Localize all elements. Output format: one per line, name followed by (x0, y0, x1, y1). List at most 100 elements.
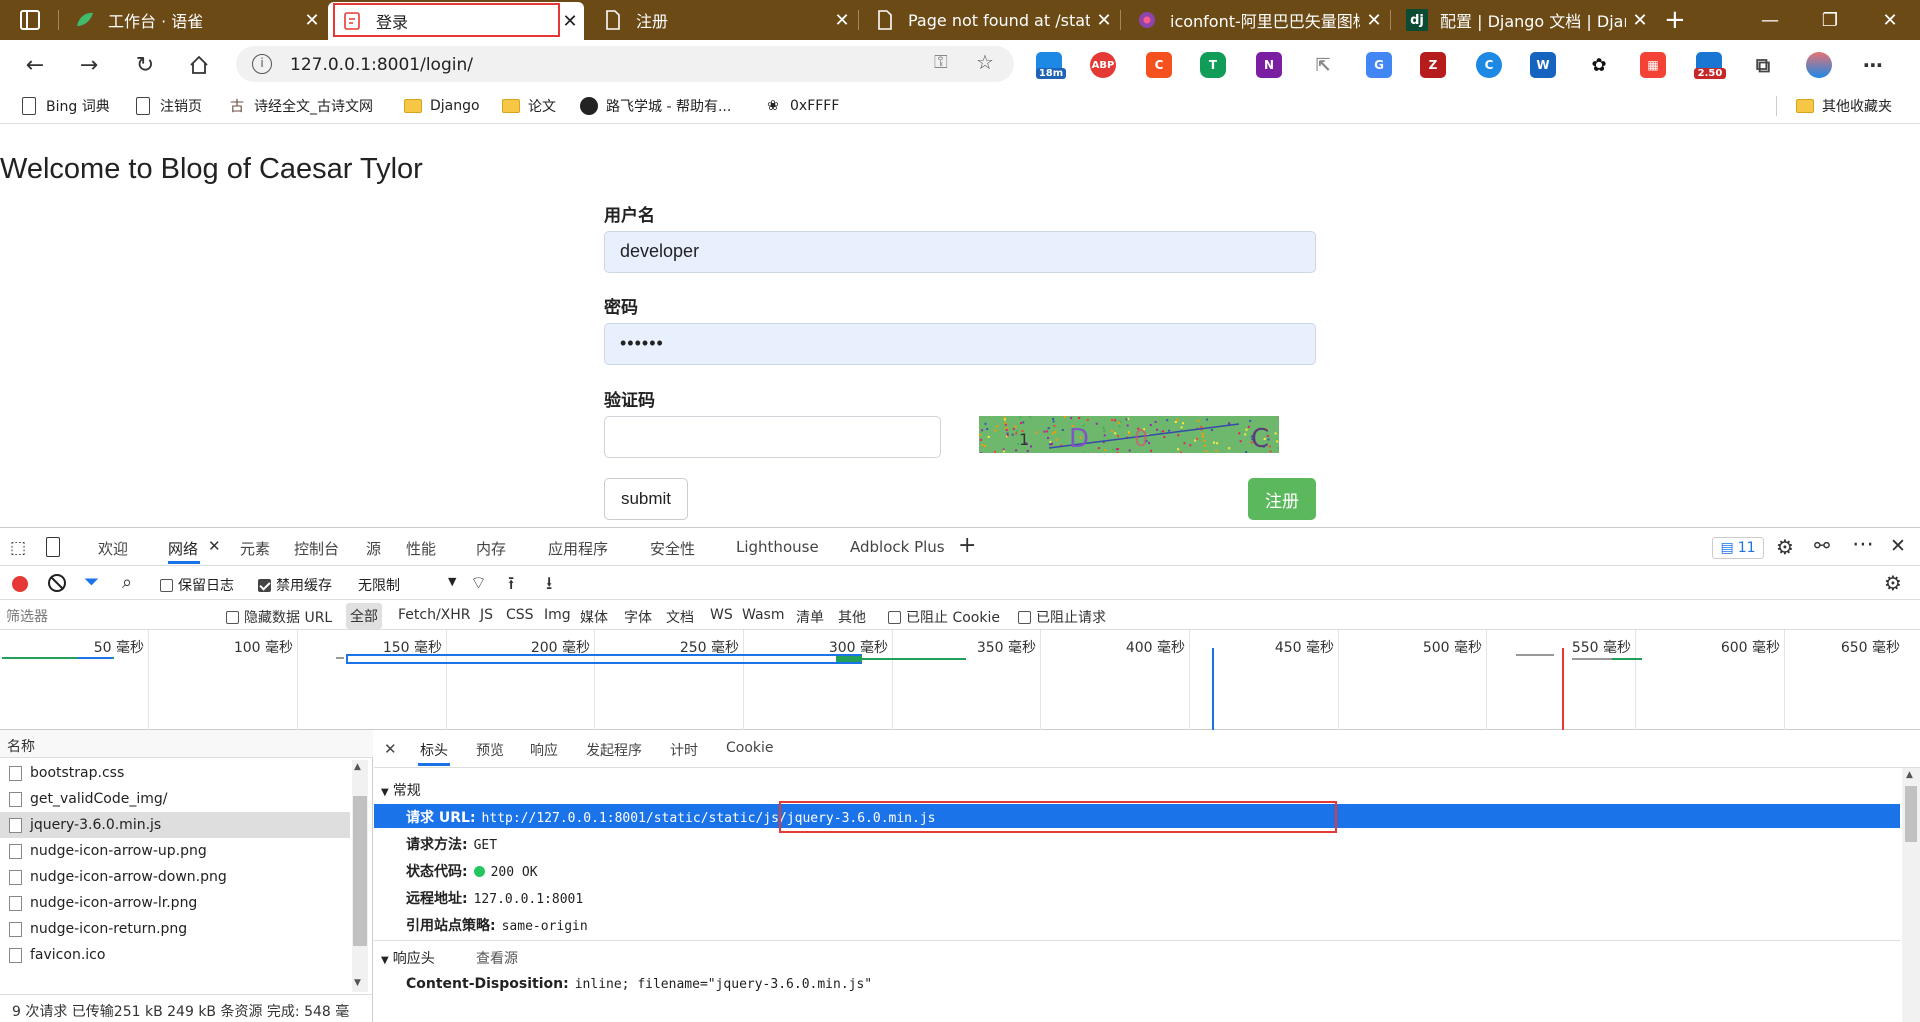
c-extension-icon[interactable]: C (1146, 52, 1172, 78)
request-list-scrollbar[interactable]: ▲ ▼ (352, 760, 368, 992)
devtools-tab-console[interactable]: 控制台 (294, 538, 339, 559)
address-bar[interactable]: i 127.0.0.1:8001/login/ ⚿ ☆ (236, 46, 1014, 82)
detail-tab-initiator[interactable]: 发起程序 (586, 740, 642, 760)
search-icon[interactable]: ⌕ (122, 572, 132, 593)
wifi-icon[interactable]: ⌔ (470, 572, 487, 595)
word-icon[interactable]: W (1530, 52, 1556, 78)
devtools-tab-adblock[interactable]: Adblock Plus (850, 538, 945, 556)
close-tab-icon[interactable]: ✕ (208, 537, 221, 555)
preserve-log-checkbox[interactable]: 保留日志 (160, 575, 234, 595)
customize-menu-icon[interactable]: ⋯ (1852, 532, 1874, 557)
network-settings-icon[interactable]: ⚙ (1884, 571, 1902, 595)
profile-avatar[interactable] (1806, 52, 1832, 78)
throttle-select[interactable]: 无限制▼ (358, 575, 458, 595)
register-button[interactable]: 注册 (1248, 478, 1316, 520)
new-tab-button[interactable]: + (1664, 5, 1686, 35)
window-close-icon[interactable]: ✕ (1860, 0, 1920, 40)
close-detail-icon[interactable]: ✕ (384, 740, 397, 758)
forward-arrow-icon[interactable]: → (72, 48, 106, 82)
request-row[interactable]: bootstrap.css (0, 760, 350, 786)
detail-tab-headers[interactable]: 标头 (420, 740, 448, 760)
tab-iconfont[interactable]: iconfont-阿里巴巴矢量图标 ✕ (1122, 0, 1388, 40)
inspect-element-icon[interactable]: ⬚ (10, 538, 26, 558)
back-arrow-icon[interactable]: ← (18, 48, 52, 82)
submit-button[interactable]: submit (604, 478, 688, 520)
more-tabs-button[interactable]: + (958, 533, 976, 558)
detail-tab-response[interactable]: 响应 (530, 740, 558, 760)
filter-type-doc[interactable]: 文档 (666, 607, 694, 627)
tab-close-icon[interactable]: ✕ (1360, 10, 1388, 31)
device-toolbar-icon[interactable] (46, 537, 60, 557)
devtools-tab-lighthouse[interactable]: Lighthouse (736, 538, 819, 556)
c-blue-extension-icon[interactable]: C (1476, 52, 1502, 78)
view-source-link[interactable]: 查看源 (476, 948, 518, 968)
pixel-extension-icon[interactable]: ▦ (1640, 52, 1666, 78)
blocked-cookies-checkbox[interactable]: 已阻止 Cookie (888, 607, 1000, 627)
devtools-tab-performance[interactable]: 性能 (406, 538, 436, 559)
filter-funnel-icon[interactable]: ⏷ (84, 571, 99, 593)
tab-close-icon[interactable]: ✕ (828, 10, 856, 31)
request-row[interactable]: nudge-icon-return.png (0, 916, 350, 942)
filter-type-img[interactable]: Img (544, 607, 571, 623)
detail-tab-cookie[interactable]: Cookie (726, 740, 774, 756)
filter-type-manifest[interactable]: 清单 (796, 607, 824, 627)
info-icon[interactable]: i (252, 54, 272, 74)
restore-icon[interactable]: ❐ (1800, 0, 1860, 40)
username-input[interactable]: developer (604, 231, 1316, 273)
price-extension-icon[interactable]: 2.50 (1696, 52, 1722, 78)
general-section-header[interactable]: ▼常规 (381, 780, 421, 800)
tab-django-docs[interactable]: dj 配置 | Django 文档 | Django ✕ (1392, 0, 1654, 40)
detail-tab-preview[interactable]: 预览 (476, 740, 504, 760)
filter-type-wasm[interactable]: Wasm (742, 607, 784, 623)
devtools-tab-security[interactable]: 安全性 (650, 538, 695, 559)
paw-extension-icon[interactable]: ✿ (1586, 52, 1612, 78)
request-row[interactable]: nudge-icon-arrow-up.png (0, 838, 350, 864)
devtools-tab-application[interactable]: 应用程序 (548, 538, 608, 559)
shield-extension-icon[interactable]: T (1200, 52, 1226, 78)
filter-type-font[interactable]: 字体 (624, 607, 652, 627)
zotero-icon[interactable]: Z (1420, 52, 1446, 78)
issues-button[interactable]: ▤11 (1712, 537, 1764, 559)
home-icon[interactable] (182, 48, 216, 82)
clear-icon[interactable] (48, 574, 66, 592)
devtools-tab-network[interactable]: 网络 (168, 538, 198, 559)
add-favorite-icon[interactable]: ☆ (976, 50, 994, 74)
filter-type-js[interactable]: JS (480, 607, 493, 623)
request-row[interactable]: nudge-icon-arrow-down.png (0, 864, 350, 890)
timer-extension-icon[interactable]: 18m (1036, 52, 1062, 78)
tab-close-icon[interactable]: ✕ (1090, 10, 1118, 31)
tab-close-icon[interactable]: ✕ (298, 10, 326, 31)
bookmark-0xffff[interactable]: ❀0xFFFF (764, 96, 839, 116)
request-row-selected[interactable]: jquery-3.6.0.min.js (0, 812, 350, 838)
connect-icon[interactable]: ⚯ (1814, 535, 1830, 557)
devtools-tab-memory[interactable]: 内存 (476, 538, 506, 559)
key-icon[interactable]: ⚿ (934, 52, 948, 73)
close-devtools-icon[interactable]: ✕ (1890, 535, 1906, 557)
captcha-image[interactable]: 1 D 0 C (979, 416, 1279, 453)
more-menu-icon[interactable]: ⋯ (1860, 52, 1886, 78)
tab-close-icon[interactable]: ✕ (556, 11, 584, 32)
bookmark-shijing[interactable]: 古诗经全文_古诗文网 (228, 96, 373, 116)
bookmark-papers[interactable]: 论文 (502, 96, 556, 116)
bookmark-bing-dict[interactable]: Bing 词典 (20, 96, 110, 116)
disable-cache-checkbox[interactable]: 禁用缓存 (258, 575, 332, 595)
refresh-icon[interactable]: ↻ (128, 48, 162, 82)
detail-tab-timing[interactable]: 计时 (670, 740, 698, 760)
filter-type-ws[interactable]: WS (710, 607, 733, 623)
filter-type-css[interactable]: CSS (506, 607, 534, 623)
filter-type-media[interactable]: 媒体 (580, 607, 608, 627)
filter-type-other[interactable]: 其他 (838, 607, 866, 627)
request-row[interactable]: get_validCode_img/ (0, 786, 350, 812)
settings-gear-icon[interactable]: ⚙ (1776, 535, 1794, 559)
bookmark-logout[interactable]: 注销页 (134, 96, 202, 116)
bookmark-luffycity[interactable]: 路飞学城 - 帮助有... (580, 96, 731, 116)
captcha-input[interactable] (604, 416, 941, 458)
network-waterfall-overview[interactable]: 50 毫秒 100 毫秒 150 毫秒 200 毫秒 250 毫秒 300 毫秒… (0, 630, 1920, 730)
blocked-requests-checkbox[interactable]: 已阻止请求 (1018, 607, 1106, 627)
filter-type-fetch[interactable]: Fetch/XHR (398, 607, 471, 623)
tab-close-icon[interactable]: ✕ (1626, 10, 1654, 31)
request-row[interactable]: nudge-icon-arrow-lr.png (0, 890, 350, 916)
bookmark-other-favorites[interactable]: 其他收藏夹 (1796, 96, 1892, 116)
minimize-icon[interactable]: — (1740, 0, 1800, 40)
detail-scrollbar[interactable]: ▲ (1902, 768, 1920, 1022)
